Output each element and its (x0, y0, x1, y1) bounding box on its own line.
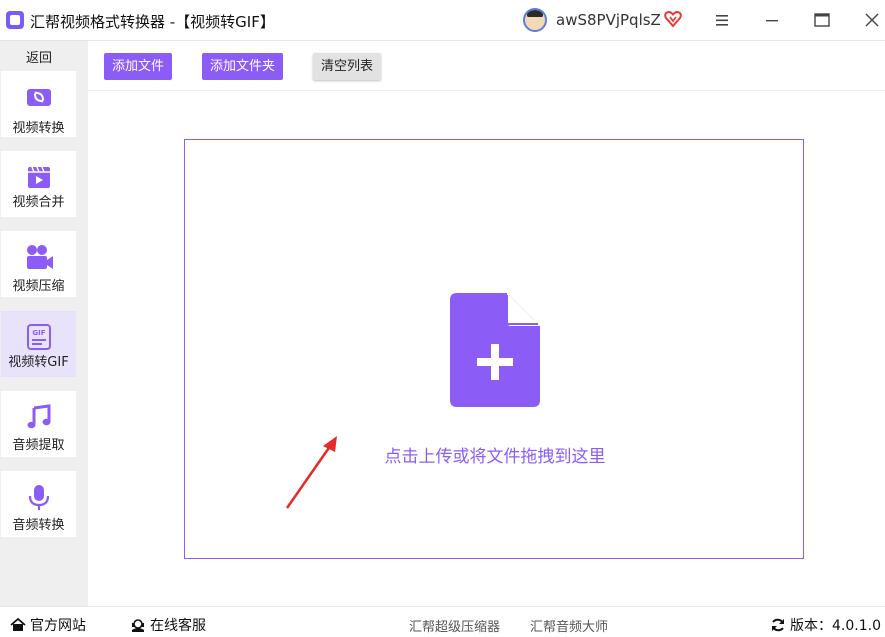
version-info[interactable]: 版本：4.0.1.0 (770, 615, 881, 635)
official-site-link[interactable]: 官方网站 (10, 615, 86, 635)
sidebar-item-label: 视频压缩 (12, 279, 65, 294)
avatar[interactable] (523, 8, 547, 32)
video-convert-icon (27, 89, 51, 106)
menu-icon[interactable] (711, 10, 733, 30)
status-bar: 官方网站 在线客服 汇帮超级压缩器 汇帮音频大师 版本：4.0.1.0 (0, 606, 885, 637)
svg-text:GIF: GIF (32, 329, 45, 337)
sidebar-item-video-merge[interactable]: 视频合并 (1, 151, 76, 217)
compressor-link[interactable]: 汇帮超级压缩器 (409, 616, 500, 635)
sidebar-item-audio-convert[interactable]: 音频转换 (1, 471, 76, 537)
microphone-icon (28, 485, 50, 510)
sidebar: 返回 视频转换 视频合并 视频压缩 GIF 视频转GIF 音频提取 音频转换 (0, 41, 88, 606)
vip-heart-icon[interactable] (664, 10, 682, 28)
window-title: 汇帮视频格式转换器 -【视频转GIF】 (30, 13, 275, 31)
sidebar-item-label: 视频转换 (12, 121, 65, 136)
version-label: 版本：4.0.1.0 (790, 618, 881, 634)
username[interactable]: awS8PVjPqlsZ (556, 11, 661, 29)
add-folder-button[interactable]: 添加文件夹 (202, 53, 284, 80)
minimize-icon[interactable] (761, 10, 783, 30)
add-file-button[interactable]: 添加文件 (104, 53, 173, 80)
sidebar-item-label: 视频转GIF (8, 355, 69, 370)
refresh-icon (772, 618, 784, 632)
close-icon[interactable] (861, 10, 883, 30)
title-bar: 汇帮视频格式转换器 -【视频转GIF】 awS8PVjPqlsZ (0, 0, 885, 41)
sidebar-item-label: 音频转换 (12, 518, 65, 533)
video-merge-icon (28, 166, 50, 188)
sidebar-item-video-convert[interactable]: 视频转换 (1, 71, 76, 137)
gif-icon: GIF (27, 324, 51, 350)
home-icon (10, 618, 26, 631)
online-service-link[interactable]: 在线客服 (130, 615, 206, 635)
sidebar-item-label: 音频提取 (12, 438, 65, 453)
audio-master-link[interactable]: 汇帮音频大师 (530, 616, 608, 635)
headset-icon (132, 619, 144, 632)
app-logo-icon (6, 11, 24, 29)
toolbar: 添加文件 添加文件夹 清空列表 (88, 41, 885, 91)
online-service-label: 在线客服 (150, 618, 206, 634)
upload-hint: 点击上传或将文件拖拽到这里 (384, 447, 606, 467)
file-drop-zone[interactable]: 点击上传或将文件拖拽到这里 (184, 139, 804, 559)
official-site-label: 官方网站 (30, 618, 86, 634)
sidebar-item-video-to-gif[interactable]: GIF 视频转GIF (1, 311, 76, 377)
video-compress-icon (27, 245, 53, 269)
maximize-icon[interactable] (811, 10, 833, 30)
clear-list-button[interactable]: 清空列表 (313, 53, 382, 80)
back-button[interactable]: 返回 (0, 47, 78, 66)
music-note-icon (27, 404, 51, 429)
arrow-icon (285, 436, 337, 509)
sidebar-item-audio-extract[interactable]: 音频提取 (1, 391, 76, 457)
sidebar-item-label: 视频合并 (12, 195, 65, 210)
sidebar-item-video-compress[interactable]: 视频压缩 (1, 231, 76, 297)
add-file-icon[interactable] (449, 292, 541, 408)
